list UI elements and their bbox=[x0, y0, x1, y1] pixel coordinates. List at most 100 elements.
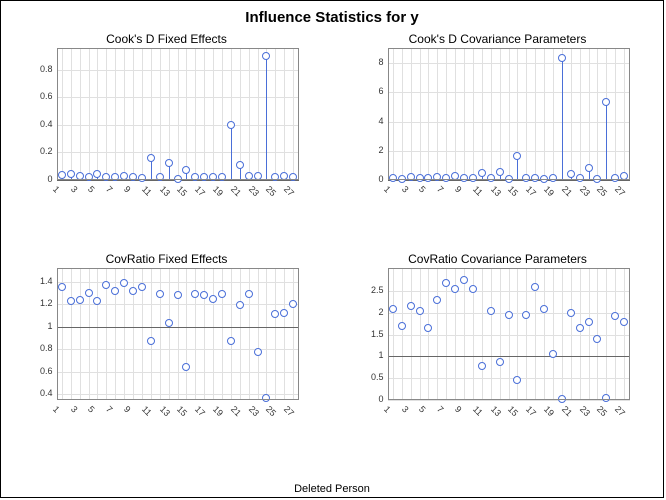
data-point bbox=[513, 152, 521, 160]
data-point bbox=[451, 285, 459, 293]
data-point bbox=[271, 310, 279, 318]
x-tick-label: 17 bbox=[524, 184, 538, 198]
y-tick-label: 1.5 bbox=[358, 329, 384, 339]
data-point bbox=[236, 301, 244, 309]
data-point bbox=[442, 279, 450, 287]
x-tick-label: 15 bbox=[175, 404, 189, 418]
x-tick-label: 11 bbox=[471, 404, 485, 418]
data-point bbox=[460, 276, 468, 284]
data-point bbox=[487, 174, 495, 182]
x-tick-label: 21 bbox=[229, 404, 243, 418]
x-tick-label: 19 bbox=[542, 404, 556, 418]
data-point bbox=[200, 291, 208, 299]
x-tick-label: 25 bbox=[595, 184, 609, 198]
x-tick-label: 11 bbox=[140, 184, 154, 198]
data-point bbox=[433, 296, 441, 304]
data-point bbox=[567, 170, 575, 178]
data-point bbox=[389, 305, 397, 313]
x-tick-label: 27 bbox=[282, 404, 296, 418]
x-tick-label: 13 bbox=[489, 404, 503, 418]
x-tick-label: 19 bbox=[211, 404, 225, 418]
data-point bbox=[442, 174, 450, 182]
x-tick-label: 11 bbox=[471, 184, 485, 198]
x-tick-label: 13 bbox=[158, 404, 172, 418]
x-tick-label: 15 bbox=[506, 184, 520, 198]
data-point bbox=[120, 172, 128, 180]
y-tick-label: 8 bbox=[358, 57, 384, 67]
x-tick-label: 5 bbox=[86, 404, 97, 415]
stem bbox=[606, 102, 607, 180]
data-point bbox=[407, 302, 415, 310]
x-tick-label: 9 bbox=[122, 184, 133, 195]
panel-cooksd-cov: Cook's D Covariance Parameters 024681357… bbox=[332, 30, 663, 250]
x-tick-label: 15 bbox=[506, 404, 520, 418]
x-tick-label: 5 bbox=[417, 404, 428, 415]
y-tick-label: 0.2 bbox=[27, 146, 53, 156]
data-point bbox=[620, 318, 628, 326]
x-tick-label: 15 bbox=[175, 184, 189, 198]
data-point bbox=[611, 312, 619, 320]
data-point bbox=[513, 376, 521, 384]
data-point bbox=[58, 171, 66, 179]
x-tick-label: 21 bbox=[229, 184, 243, 198]
data-point bbox=[505, 175, 513, 183]
y-tick-label: 1 bbox=[27, 321, 53, 331]
y-tick-label: 0 bbox=[27, 174, 53, 184]
x-tick-label: 9 bbox=[453, 184, 464, 195]
x-tick-label: 1 bbox=[51, 404, 62, 415]
data-point bbox=[558, 395, 566, 403]
y-tick-label: 1.2 bbox=[27, 298, 53, 308]
data-point bbox=[549, 174, 557, 182]
data-point bbox=[156, 290, 164, 298]
x-tick-label: 7 bbox=[435, 404, 446, 415]
data-point bbox=[245, 290, 253, 298]
data-point bbox=[262, 394, 270, 402]
plot-area-3: 00.511.522.513579111315171921232527 bbox=[358, 268, 638, 428]
x-tick-label: 7 bbox=[104, 404, 115, 415]
panel-covratio-cov: CovRatio Covariance Parameters 00.511.52… bbox=[332, 250, 663, 470]
panel-covratio-fixed: CovRatio Fixed Effects 0.40.60.811.21.41… bbox=[1, 250, 332, 470]
x-tick-label: 27 bbox=[282, 184, 296, 198]
x-tick-label: 23 bbox=[577, 184, 591, 198]
data-point bbox=[289, 300, 297, 308]
main-title: Influence Statistics for y bbox=[1, 1, 663, 30]
data-point bbox=[182, 363, 190, 371]
data-point bbox=[67, 297, 75, 305]
data-point bbox=[93, 170, 101, 178]
data-point bbox=[576, 324, 584, 332]
data-point bbox=[496, 358, 504, 366]
data-point bbox=[602, 394, 610, 402]
x-tick-label: 1 bbox=[382, 404, 393, 415]
x-tick-label: 21 bbox=[560, 184, 574, 198]
x-tick-label: 25 bbox=[595, 404, 609, 418]
x-tick-label: 5 bbox=[417, 184, 428, 195]
reference-line bbox=[388, 356, 630, 357]
data-point bbox=[576, 174, 584, 182]
data-point bbox=[469, 174, 477, 182]
data-point bbox=[531, 283, 539, 291]
x-tick-label: 3 bbox=[69, 184, 80, 195]
chart-container: Influence Statistics for y Cook's D Fixe… bbox=[0, 0, 664, 498]
data-point bbox=[120, 279, 128, 287]
data-point bbox=[236, 161, 244, 169]
data-point bbox=[398, 322, 406, 330]
data-point bbox=[76, 172, 84, 180]
data-point bbox=[389, 174, 397, 182]
x-tick-label: 1 bbox=[382, 184, 393, 195]
x-tick-label: 23 bbox=[577, 404, 591, 418]
x-tick-label: 23 bbox=[246, 184, 260, 198]
data-point bbox=[585, 318, 593, 326]
y-tick-label: 6 bbox=[358, 86, 384, 96]
reference-line bbox=[57, 327, 299, 328]
x-tick-label: 17 bbox=[193, 184, 207, 198]
data-point bbox=[549, 350, 557, 358]
x-tick-label: 9 bbox=[122, 404, 133, 415]
data-point bbox=[280, 172, 288, 180]
data-point bbox=[254, 172, 262, 180]
data-point bbox=[245, 172, 253, 180]
data-point bbox=[602, 98, 610, 106]
data-point bbox=[424, 174, 432, 182]
data-point bbox=[505, 311, 513, 319]
plot-area-2: 0.40.60.811.21.413579111315171921232527 bbox=[27, 268, 307, 428]
data-point bbox=[200, 173, 208, 181]
